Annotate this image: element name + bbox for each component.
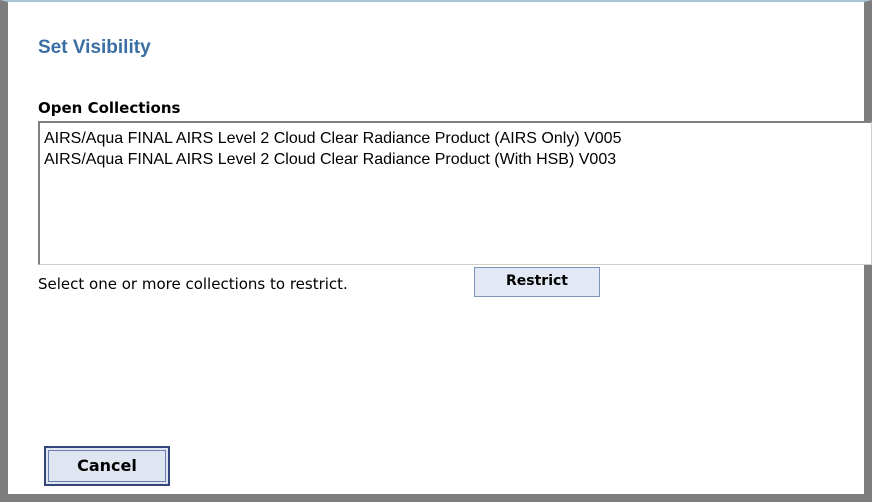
restrict-hint-text: Select one or more collections to restri… — [38, 275, 348, 293]
collection-option[interactable]: AIRS/Aqua FINAL AIRS Level 2 Cloud Clear… — [44, 128, 867, 149]
open-collections-listbox[interactable]: AIRS/Aqua FINAL AIRS Level 2 Cloud Clear… — [38, 121, 872, 265]
open-collections-label: Open Collections — [38, 99, 181, 117]
dialog-title: Set Visibility — [38, 37, 151, 58]
cancel-button-label: Cancel — [48, 450, 166, 482]
dialog-window: Set Visibility Open Collections AIRS/Aqu… — [0, 0, 872, 502]
collection-option[interactable]: AIRS/Aqua FINAL AIRS Level 2 Cloud Clear… — [44, 149, 867, 170]
restrict-button[interactable]: Restrict — [474, 267, 600, 297]
cancel-button[interactable]: Cancel — [44, 446, 170, 486]
